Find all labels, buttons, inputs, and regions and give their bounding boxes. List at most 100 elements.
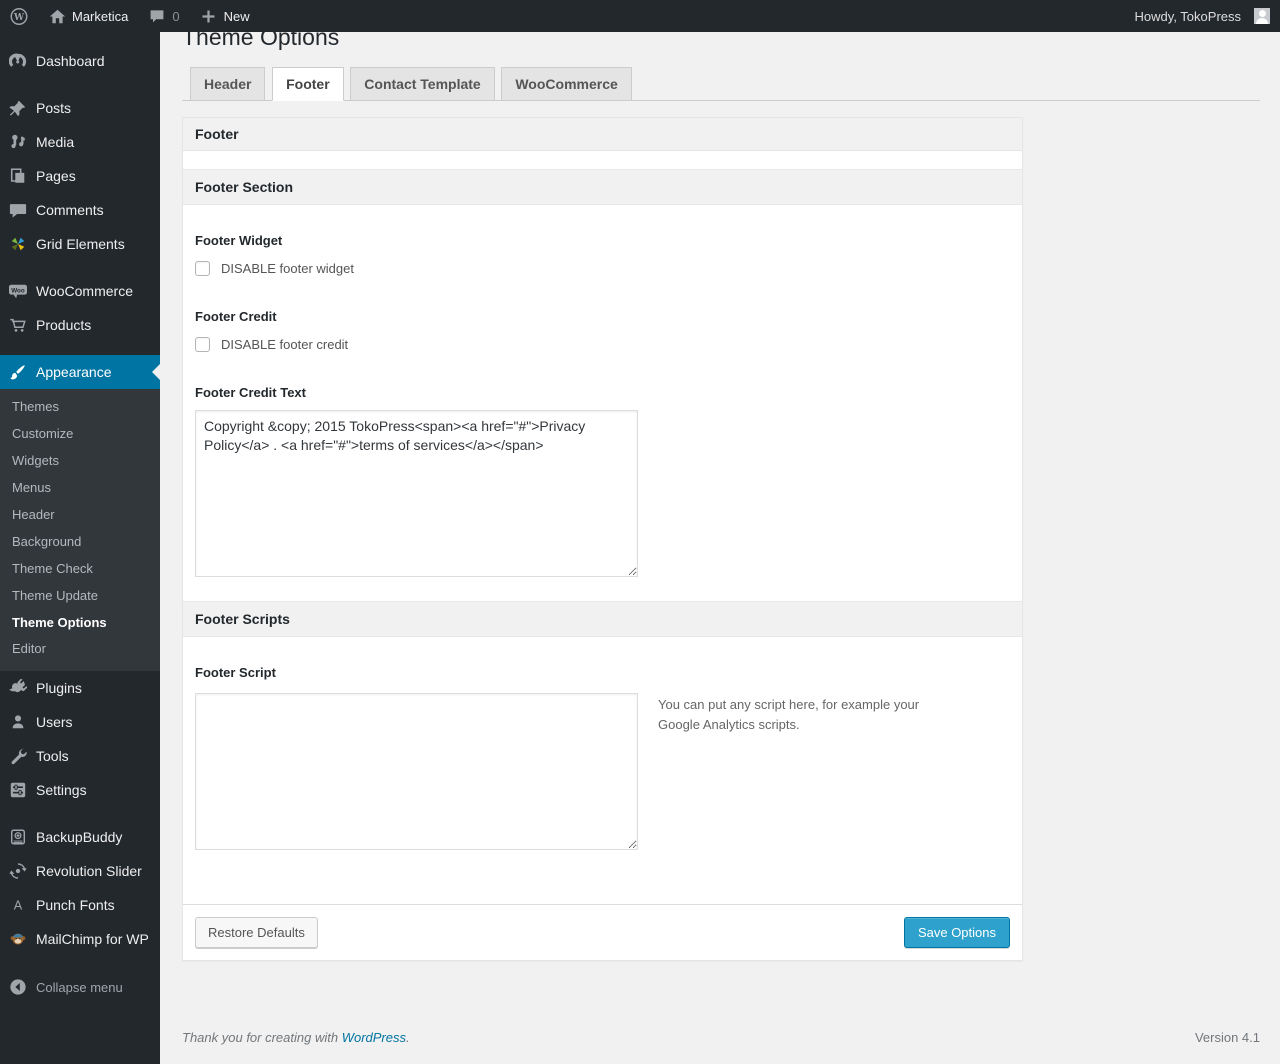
sidebar-item-appearance[interactable]: Appearance	[0, 355, 160, 389]
sidebar-label: Punch Fonts	[36, 897, 115, 914]
admin-bar: W Marketica 0 New Howdy, TokoPress	[0, 0, 1280, 32]
my-account-menu[interactable]: Howdy, TokoPress	[1125, 0, 1280, 32]
sidebar-item-comments[interactable]: Comments	[0, 193, 160, 227]
sidebar-item-woocommerce[interactable]: Woo WooCommerce	[0, 274, 160, 308]
disable-footer-widget-label[interactable]: DISABLE footer widget	[221, 261, 354, 276]
footer-script-label: Footer Script	[195, 664, 276, 680]
avatar	[1254, 8, 1270, 24]
save-options-button[interactable]: Save Options	[903, 916, 1010, 948]
footer-script-help: You can put any script here, for example…	[658, 696, 920, 732]
panel-spacer	[183, 150, 1022, 169]
sidebar-item-settings[interactable]: Settings	[0, 773, 160, 807]
sidebar-label: Media	[36, 134, 75, 150]
disable-footer-widget-checkbox[interactable]	[195, 260, 210, 276]
sidebar-label: Grid Elements	[36, 236, 125, 252]
pages-icon	[8, 166, 28, 186]
svg-text:Woo: Woo	[11, 287, 25, 294]
submenu-item-background[interactable]: Background	[0, 529, 160, 556]
tab-footer[interactable]: Footer	[272, 66, 344, 101]
footer-thanks: Thank you for creating with WordPress.	[182, 1030, 410, 1045]
menu-separator	[0, 261, 160, 274]
plus-icon	[200, 7, 218, 25]
submenu-item-theme-update[interactable]: Theme Update	[0, 583, 160, 610]
tab-contact-template[interactable]: Contact Template	[350, 66, 495, 101]
sidebar-item-grid-elements[interactable]: Grid Elements	[0, 227, 160, 261]
appearance-submenu: Themes Customize Widgets Menus Header Ba…	[0, 389, 160, 672]
restore-defaults-button[interactable]: Restore Defaults	[195, 916, 318, 948]
home-icon	[48, 7, 66, 25]
footer-credit-text-textarea[interactable]: Copyright &copy; 2015 TokoPress<span><a …	[195, 409, 638, 577]
comments-menu[interactable]: 0	[138, 0, 189, 32]
site-name: Marketica	[72, 8, 129, 24]
submenu-item-widgets[interactable]: Widgets	[0, 448, 160, 475]
sidebar-label: MailChimp for WP	[36, 931, 149, 948]
panel-title: Footer	[183, 117, 1022, 151]
sidebar-label: Tools	[36, 748, 69, 765]
revolution-slider-icon	[8, 861, 28, 881]
footer-section-header: Footer Section	[183, 168, 1022, 205]
sidebar-item-punch-fonts[interactable]: A Punch Fonts	[0, 888, 160, 922]
submenu-item-editor[interactable]: Editor	[0, 636, 160, 663]
mailchimp-monkey-icon	[8, 929, 28, 949]
submenu-item-menus[interactable]: Menus	[0, 475, 160, 502]
settings-icon	[8, 780, 28, 800]
menu-separator	[0, 78, 160, 91]
submenu-item-theme-options[interactable]: Theme Options	[0, 610, 160, 637]
new-menu[interactable]: New	[190, 0, 260, 32]
theme-options-panel: Footer Footer Section Footer Widget DISA…	[182, 116, 1023, 961]
footer-script-textarea[interactable]	[195, 692, 638, 850]
backupbuddy-icon	[8, 827, 28, 847]
sidebar-item-posts[interactable]: Posts	[0, 91, 160, 125]
new-label: New	[223, 8, 250, 24]
collapse-menu-button[interactable]: Collapse menu	[0, 970, 160, 1004]
comment-count: 0	[172, 8, 180, 24]
sidebar-label: BackupBuddy	[36, 829, 123, 846]
footer-scripts-header: Footer Scripts	[183, 600, 1022, 637]
sidebar-label: Pages	[36, 168, 76, 184]
submenu-item-theme-check[interactable]: Theme Check	[0, 556, 160, 583]
disable-footer-credit-checkbox[interactable]	[195, 336, 210, 352]
sidebar-item-plugins[interactable]: Plugins	[0, 671, 160, 705]
sidebar-item-tools[interactable]: Tools	[0, 739, 160, 773]
sidebar-label: Appearance	[36, 364, 112, 380]
sidebar-label: Products	[36, 317, 92, 333]
submenu-item-customize[interactable]: Customize	[0, 421, 160, 448]
footer-widget-label: Footer Widget	[195, 232, 283, 248]
plugin-icon	[8, 678, 28, 698]
sidebar-item-users[interactable]: Users	[0, 705, 160, 739]
sidebar-item-media[interactable]: Media	[0, 125, 160, 159]
thanks-suffix: .	[406, 1030, 410, 1045]
footer-credit-label: Footer Credit	[195, 308, 277, 324]
submenu-item-themes[interactable]: Themes	[0, 394, 160, 421]
comments-icon	[8, 200, 28, 220]
footer-scripts-body: Footer Script You can put any script her…	[183, 637, 1022, 904]
panel-action-row: Restore Defaults Save Options	[183, 903, 1022, 960]
cart-icon	[8, 315, 28, 335]
sidebar-label: Comments	[36, 202, 104, 218]
sidebar-label: Revolution Slider	[36, 863, 142, 880]
media-icon	[8, 132, 28, 152]
site-name-menu[interactable]: Marketica	[38, 0, 138, 32]
sidebar-item-dashboard[interactable]: Dashboard	[0, 44, 160, 78]
grid-elements-icon	[8, 234, 28, 254]
comment-bubble-icon	[148, 7, 166, 25]
wordpress-logo-menu[interactable]: W	[0, 0, 38, 32]
tab-woocommerce[interactable]: WooCommerce	[501, 66, 632, 101]
sidebar-item-revolution-slider[interactable]: Revolution Slider	[0, 854, 160, 888]
pushpin-icon	[8, 98, 28, 118]
wordpress-logo-icon: W	[10, 7, 28, 25]
admin-footer: Thank you for creating with WordPress. V…	[182, 1030, 1260, 1045]
sidebar-item-products[interactable]: Products	[0, 308, 160, 342]
footer-credit-text-label: Footer Credit Text	[195, 384, 306, 400]
tab-header[interactable]: Header	[190, 66, 266, 101]
disable-footer-credit-label[interactable]: DISABLE footer credit	[221, 337, 348, 352]
sidebar-item-backupbuddy[interactable]: BackupBuddy	[0, 820, 160, 854]
sidebar-label: Dashboard	[36, 53, 105, 69]
sidebar-item-pages[interactable]: Pages	[0, 159, 160, 193]
wordpress-link[interactable]: WordPress	[342, 1030, 406, 1045]
thanks-prefix: Thank you for creating with	[182, 1030, 342, 1045]
sidebar-item-mailchimp[interactable]: MailChimp for WP	[0, 922, 160, 956]
submenu-item-header[interactable]: Header	[0, 502, 160, 529]
dashboard-icon	[8, 51, 28, 71]
sidebar-label: Users	[36, 714, 73, 731]
